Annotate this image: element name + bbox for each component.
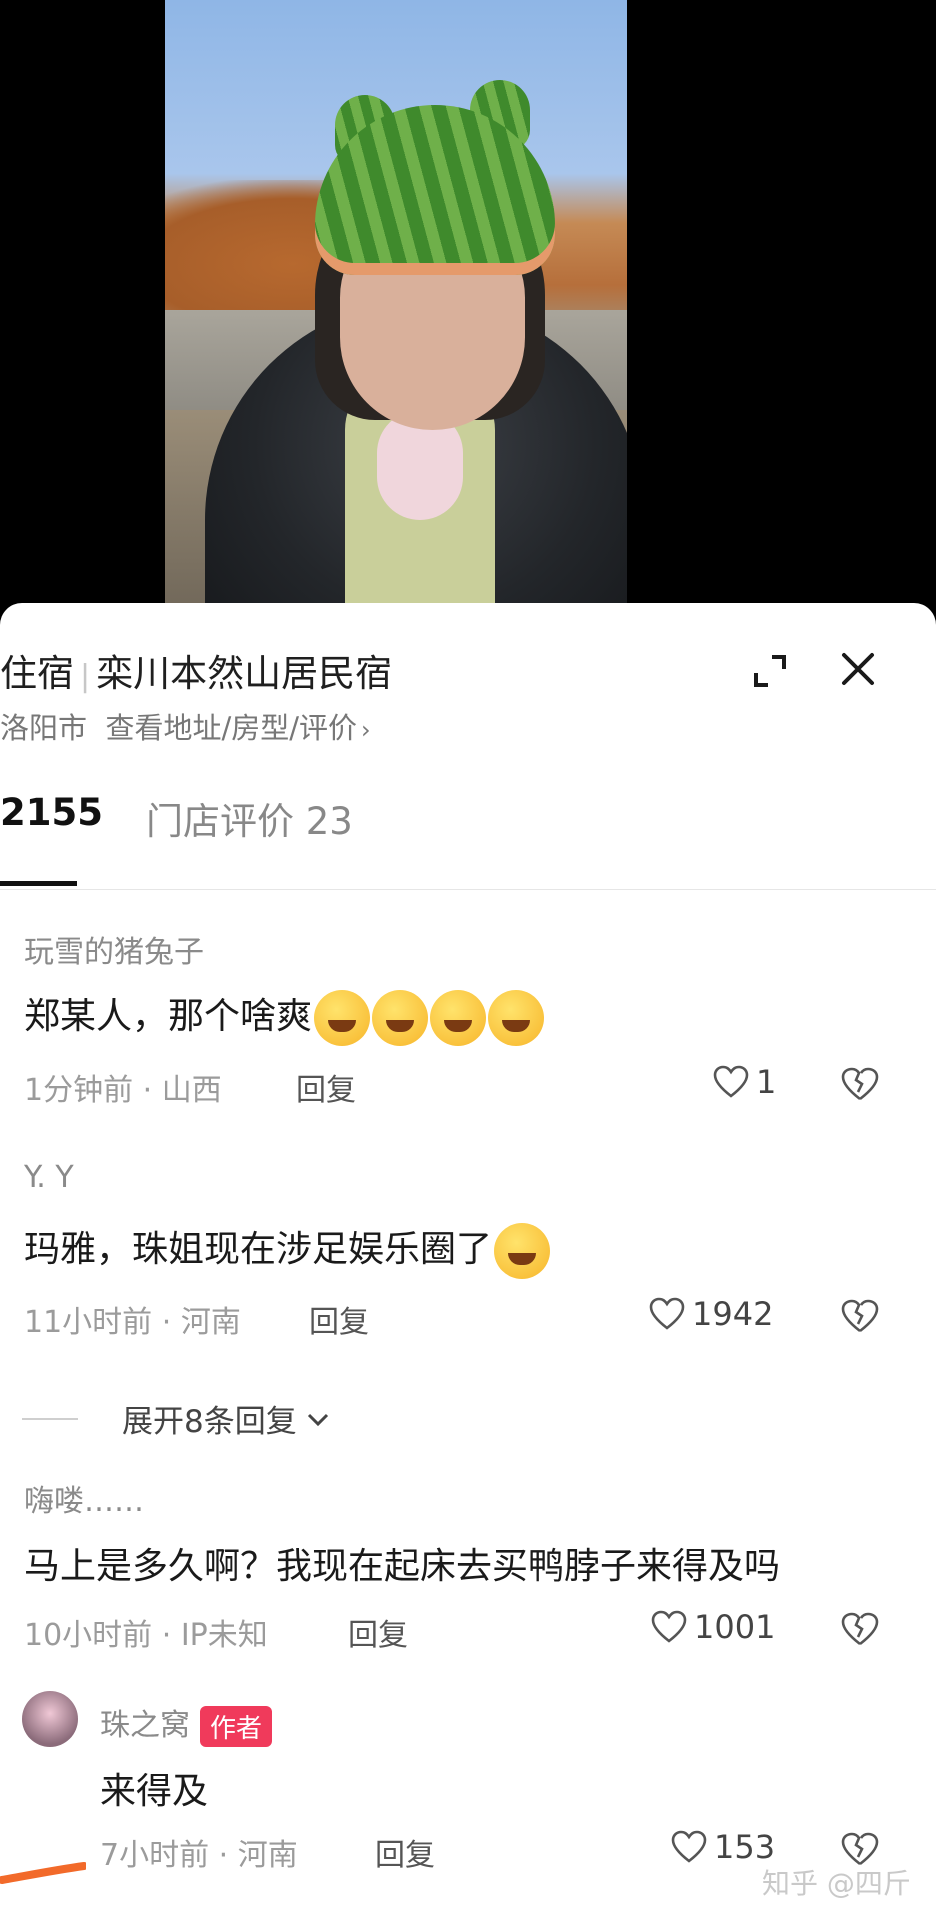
expand-replies-label: 展开8条回复 [122,1404,297,1440]
heart-icon [671,1830,707,1863]
comment-username[interactable]: 嗨喽…… [24,1476,144,1520]
broken-heart-icon[interactable] [840,1611,880,1647]
reply-button[interactable]: 回复 [296,1065,356,1109]
comment-location: 河南 [180,1305,241,1340]
like-count: 1001 [694,1608,776,1646]
video-frame[interactable] [165,0,627,620]
reply-meta: 7小时前 · 河南 [100,1830,298,1874]
poi-subtitle[interactable]: 洛阳市 查看地址/房型/评价 › [0,705,371,747]
author-badge: 作者 [200,1706,273,1747]
meta-separator: · [218,1838,229,1873]
reply-button[interactable]: 回复 [309,1297,369,1341]
tab-active-indicator [0,881,77,886]
grinning-emoji-icon [494,1223,551,1279]
close-icon[interactable] [838,649,878,689]
video-player[interactable] [0,0,936,620]
comment-location: 山西 [161,1073,222,1108]
poi-title[interactable]: 住宿 | 栾川本然山居民宿 [0,643,392,697]
laughing-emoji-icon [314,990,371,1046]
comment-time: 11小时前 [24,1305,153,1340]
meta-separator: · [161,1305,172,1340]
broken-heart-icon[interactable] [840,1298,880,1334]
comment-meta: 11小时前 · 河南 [24,1297,241,1341]
comment-text-body: 郑某人，那个啥爽 [24,996,313,1037]
expand-divider-line [22,1417,78,1420]
meta-separator: · [161,1618,172,1653]
avatar[interactable] [22,1691,78,1747]
poi-city: 洛阳市 [0,711,88,745]
tab-store-reviews[interactable]: 门店评价 23 [146,791,353,845]
comment-meta: 1分钟前 · 山西 [24,1065,222,1109]
like-count: 1942 [692,1295,774,1333]
reply-button[interactable]: 回复 [348,1610,408,1654]
title-separator: | [80,659,91,694]
comment-time: 1分钟前 [24,1073,134,1108]
comment-time: 10小时前 [24,1618,153,1653]
zhihu-watermark: 知乎 @四斤 [762,1867,911,1900]
comment-text: 郑某人，那个啥爽 [24,987,545,1046]
reply-text: 来得及 [100,1771,209,1812]
heart-icon [649,1297,685,1330]
thinking-emoji-icon [488,990,545,1046]
chevron-down-icon [307,1413,328,1426]
poi-category: 住宿 [0,652,74,695]
tab-comments[interactable]: 2155 [0,791,103,834]
laughing-emoji-icon [372,990,429,1046]
poi-name: 栾川本然山居民宿 [96,652,393,695]
comment-text: 马上是多久啊？我现在起床去买鸭脖子来得及吗 [24,1546,781,1587]
comment-username[interactable]: Y. Y [24,1160,74,1195]
comment-username[interactable]: 玩雪的猪兔子 [24,927,204,971]
broken-heart-icon[interactable] [840,1066,880,1102]
like-count: 153 [714,1828,776,1866]
poi-details-link[interactable]: 查看地址/房型/评价 [105,711,357,745]
comment-meta: 10小时前 · IP未知 [24,1610,268,1654]
reply-button[interactable]: 回复 [375,1830,435,1874]
like-button[interactable]: 153 [670,1828,775,1866]
expand-replies-button[interactable]: 展开8条回复 [22,1396,333,1441]
divider [0,889,936,890]
reply-location: 河南 [237,1838,298,1873]
comment-text: 玛雅，珠姐现在涉足娱乐圈了 [24,1220,551,1279]
like-button[interactable]: 1942 [648,1295,773,1333]
comment-text-body: 玛雅，珠姐现在涉足娱乐圈了 [24,1229,493,1270]
expand-icon[interactable] [750,651,790,691]
like-button[interactable]: 1001 [650,1608,775,1646]
heart-icon [651,1610,687,1643]
like-button[interactable]: 1 [712,1063,776,1101]
orange-underline-mark [0,1862,86,1884]
meta-separator: · [142,1073,153,1108]
laughing-emoji-icon [430,990,487,1046]
heart-icon [713,1065,749,1098]
chevron-right-icon: › [361,716,371,744]
like-count: 1 [756,1063,777,1101]
comment-location: IP未知 [180,1618,268,1653]
reply-time: 7小时前 [100,1838,210,1873]
reply-username[interactable]: 珠之窝 作者 [100,1700,273,1747]
reply-username-text: 珠之窝 [100,1708,190,1743]
